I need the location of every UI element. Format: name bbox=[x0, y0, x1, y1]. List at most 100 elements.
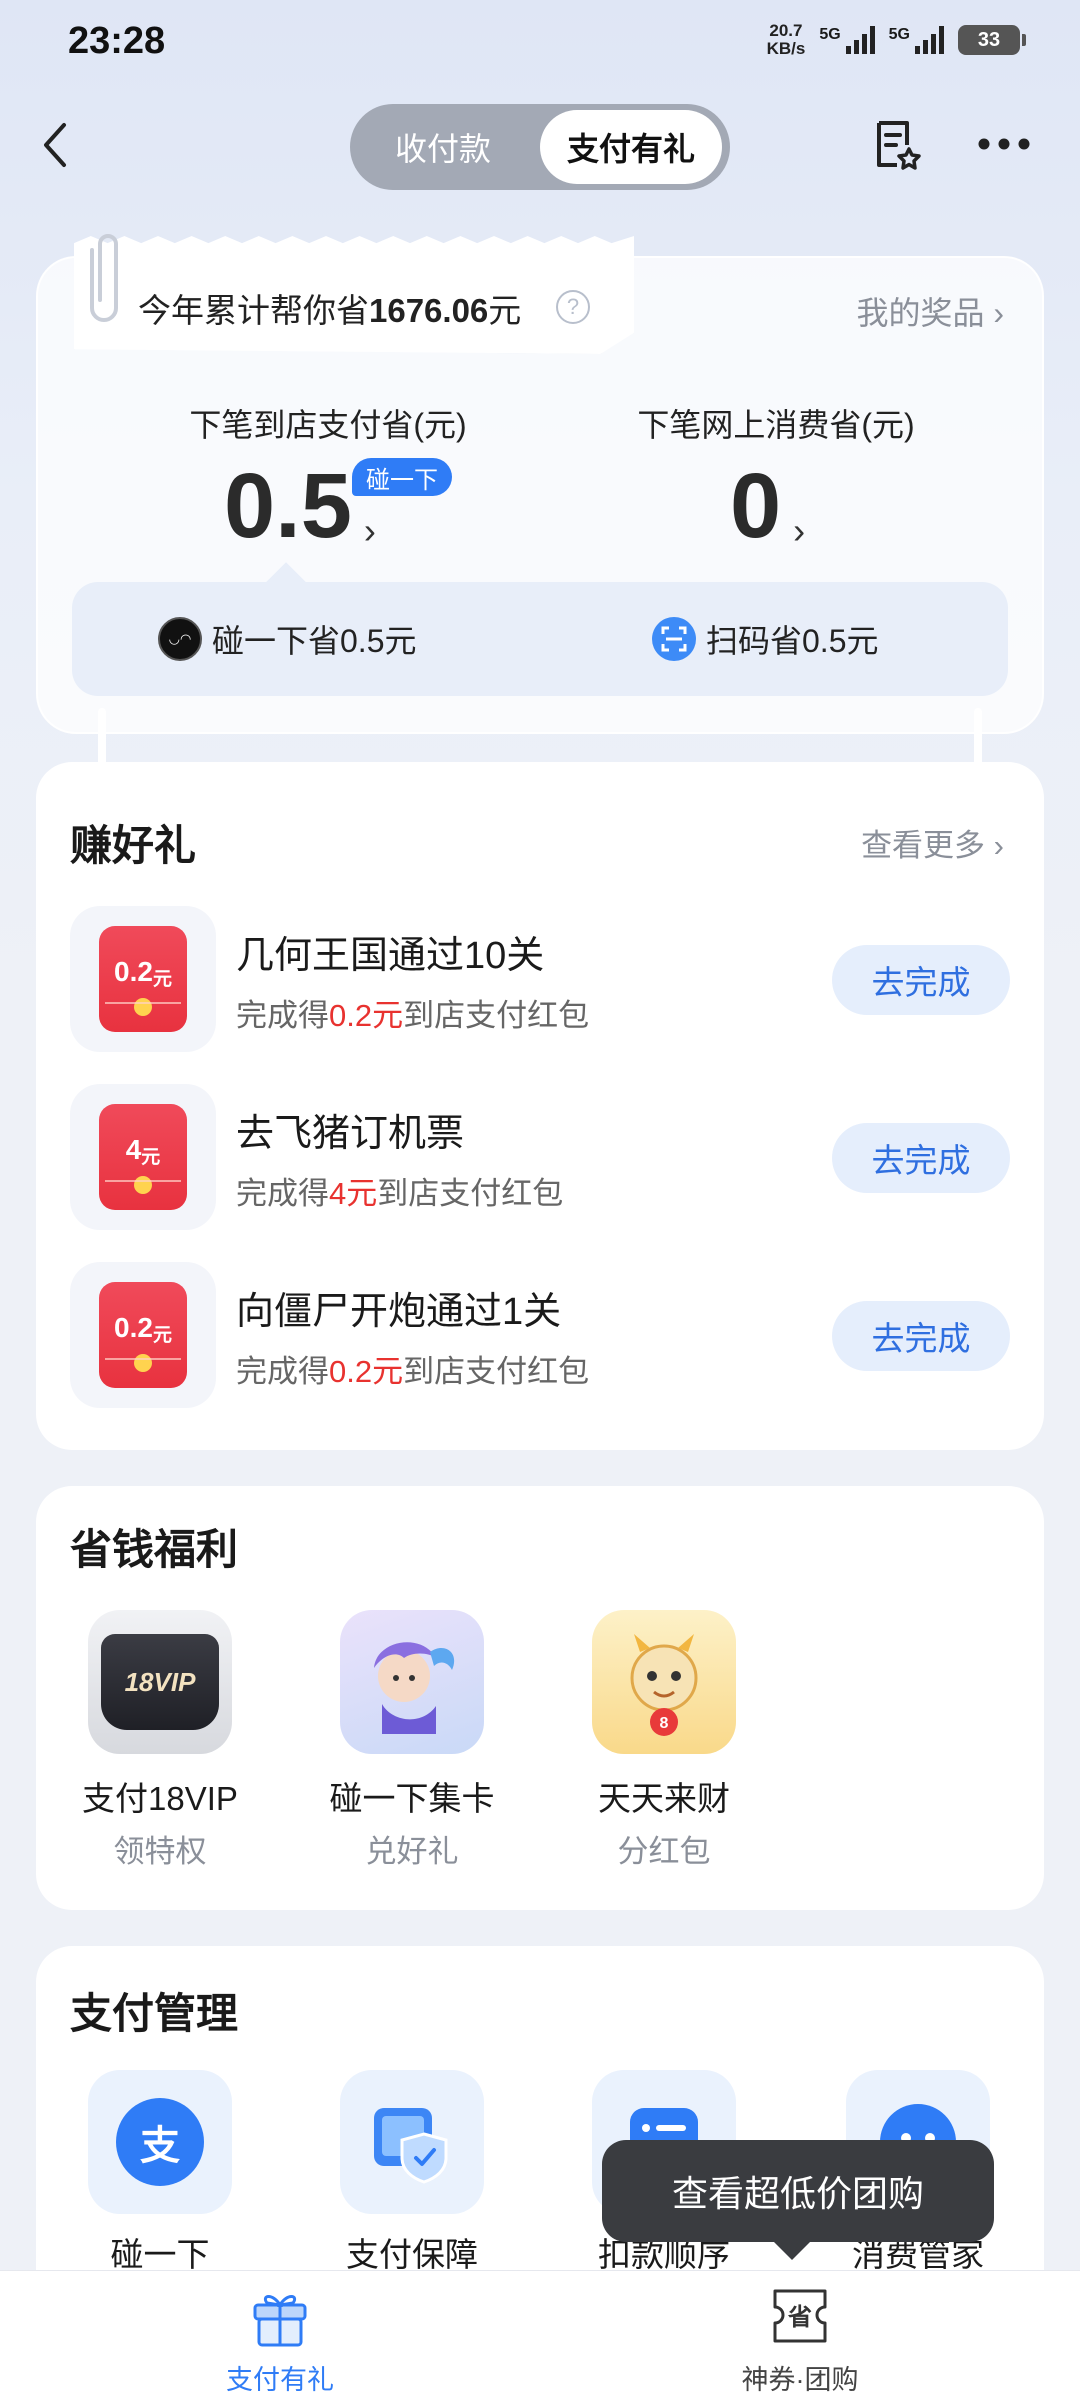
savings-methods: ◡◠ 碰一下省0.5元 扫码省0.5元 bbox=[72, 582, 1008, 696]
method-scan[interactable]: 扫码省0.5元 bbox=[652, 616, 879, 662]
shield-device-icon bbox=[340, 2070, 484, 2214]
benefits-title: 省钱福利 bbox=[70, 1526, 239, 1573]
bill-favorite-button[interactable] bbox=[864, 112, 928, 176]
net-speed: 20.7 KB/s bbox=[767, 22, 806, 58]
help-icon[interactable]: ? bbox=[556, 290, 590, 324]
store-savings-value: 0.5 bbox=[224, 455, 352, 557]
task-2-sub-suffix: 到店支付红包 bbox=[377, 1176, 564, 1211]
red-envelope-icon: 0.2 元 bbox=[99, 926, 187, 1032]
task-2-go-button[interactable]: 去完成 bbox=[832, 1123, 1010, 1193]
task-1-go-button[interactable]: 去完成 bbox=[832, 945, 1010, 1015]
benefit-tap-cards[interactable]: 碰一下集卡 兑好礼 bbox=[312, 1610, 512, 1871]
net-speed-unit: KB/s bbox=[766, 39, 806, 58]
earn-gifts-title: 赚好礼 bbox=[70, 822, 197, 869]
task-3-envelope-unit: 元 bbox=[152, 1325, 172, 1346]
tab-pay-rewards-bottom[interactable]: 支付有礼 bbox=[180, 2283, 380, 2397]
signal-1-label: 5G bbox=[819, 26, 841, 43]
tab-pay-rewards-label: 支付有礼 bbox=[226, 2365, 334, 2395]
tab-pay-receive[interactable]: 收付款 bbox=[358, 110, 528, 184]
more-dots-icon bbox=[978, 138, 1030, 150]
signal-2-label: 5G bbox=[888, 26, 910, 43]
coupon-icon: 省 bbox=[773, 2289, 827, 2343]
tab-coupon-group-buy-label: 神券·团购 bbox=[741, 2365, 859, 2395]
task-1-envelope: 0.2 元 bbox=[70, 906, 216, 1052]
benefit-daily-fortune-sub: 分红包 bbox=[617, 1834, 711, 1869]
yearly-savings-unit: 元 bbox=[488, 292, 522, 329]
tap-badge: 碰一下 bbox=[352, 458, 452, 496]
paperclip-icon bbox=[90, 234, 118, 322]
task-3-title: 向僵尸开炮通过1关 bbox=[236, 1291, 562, 1333]
mgmt-tap-pay-name: 碰一下 bbox=[110, 2236, 210, 2273]
benefit-18vip-sub: 领特权 bbox=[113, 1834, 207, 1869]
scan-icon bbox=[652, 617, 696, 661]
online-savings-label: 下笔网上消费省(元) bbox=[637, 407, 915, 443]
task-3-sub-amount: 0.2元 bbox=[329, 1354, 404, 1389]
task-1-sub-prefix: 完成得 bbox=[236, 998, 329, 1033]
red-envelope-icon: 0.2 元 bbox=[99, 1282, 187, 1388]
chevron-left-icon bbox=[44, 123, 66, 167]
online-savings-value-button[interactable]: 0 › bbox=[730, 460, 805, 552]
signal-2-icon: 5G bbox=[889, 26, 944, 54]
yearly-savings-amount: 1676.06 bbox=[369, 292, 489, 329]
online-savings-arrow: › bbox=[793, 510, 806, 551]
benefit-18vip[interactable]: 18VIP 支付18VIP 领特权 bbox=[60, 1610, 260, 1871]
task-1-title: 几何王国通过10关 bbox=[236, 935, 545, 977]
task-2-sub-prefix: 完成得 bbox=[236, 1176, 329, 1211]
battery-icon: 33 bbox=[958, 25, 1026, 55]
mgmt-payment-protection-name: 支付保障 bbox=[346, 2236, 478, 2273]
see-more-link[interactable]: 查看更多 › bbox=[861, 820, 1004, 865]
status-time: 23:28 bbox=[68, 20, 166, 62]
net-speed-value: 20.7 bbox=[769, 21, 803, 40]
mode-switch: 收付款 支付有礼 bbox=[350, 104, 730, 190]
mgmt-payment-protection[interactable]: 支付保障 bbox=[312, 2070, 512, 2276]
mgmt-tap-pay[interactable]: 支 碰一下 bbox=[60, 2070, 260, 2276]
task-2-envelope: 4元 bbox=[70, 1084, 216, 1230]
alipay-logo: 支 bbox=[116, 2098, 204, 2186]
gift-box-icon bbox=[253, 2295, 307, 2347]
dragon-ball-number: 8 bbox=[660, 1715, 669, 1732]
nfc-icon: ◡◠ bbox=[158, 617, 202, 661]
tab-pay-rewards[interactable]: 支付有礼 bbox=[540, 110, 722, 184]
status-icons: 20.7 KB/s 5G 5G 33 bbox=[767, 22, 1026, 58]
store-savings-arrow: › bbox=[363, 510, 376, 551]
task-1-subtitle: 完成得0.2元到店支付红包 bbox=[236, 990, 589, 1035]
payment-management-title: 支付管理 bbox=[70, 1990, 239, 2037]
yearly-savings-text: 今年累计帮你省1676.06元 bbox=[138, 284, 521, 332]
dragon-mascot-icon: 8 bbox=[592, 1610, 736, 1754]
task-1-sub-amount: 0.2元 bbox=[329, 998, 404, 1033]
task-3-subtitle: 完成得0.2元到店支付红包 bbox=[236, 1346, 589, 1391]
task-2-envelope-amount: 4 bbox=[125, 1134, 142, 1165]
signal-1-icon: 5G bbox=[819, 26, 875, 54]
task-3-sub-prefix: 完成得 bbox=[236, 1354, 329, 1389]
store-savings-label: 下笔到店支付省(元) bbox=[189, 407, 467, 443]
coupon-icon-text: 省 bbox=[787, 2303, 812, 2331]
task-2-title: 去飞猪订机票 bbox=[236, 1113, 465, 1155]
benefit-18vip-name: 支付18VIP bbox=[82, 1780, 238, 1817]
bill-star-icon bbox=[877, 121, 921, 170]
task-1-envelope-amount: 0.2 bbox=[114, 956, 153, 987]
task-1-envelope-unit: 元 bbox=[152, 969, 172, 990]
online-savings-value: 0 bbox=[730, 455, 782, 557]
benefit-daily-fortune-name: 天天来财 bbox=[598, 1780, 730, 1817]
benefit-daily-fortune[interactable]: 8 天天来财 分红包 bbox=[564, 1610, 764, 1871]
red-envelope-icon: 4元 bbox=[99, 1104, 187, 1210]
more-button[interactable] bbox=[972, 112, 1036, 176]
card-collect-icon bbox=[340, 1610, 484, 1754]
task-2-sub-amount: 4元 bbox=[329, 1176, 378, 1211]
alipay-nfc-icon: 支 bbox=[88, 2070, 232, 2214]
method-tap[interactable]: ◡◠ 碰一下省0.5元 bbox=[158, 616, 417, 662]
my-prizes-link[interactable]: 我的奖品 › bbox=[856, 288, 1004, 334]
group-buy-tooltip[interactable]: 查看超低价团购 bbox=[602, 2140, 994, 2260]
method-scan-label: 扫码省0.5元 bbox=[706, 623, 879, 659]
dragon-art-icon: 8 bbox=[630, 1634, 698, 1736]
bottom-nav: 支付有礼 省 神券·团购 bbox=[0, 2270, 1080, 2400]
task-3-envelope: 0.2 元 bbox=[70, 1262, 216, 1408]
task-3-go-button[interactable]: 去完成 bbox=[832, 1301, 1010, 1371]
task-1-sub-suffix: 到店支付红包 bbox=[403, 998, 590, 1033]
task-3-envelope-amount: 0.2 bbox=[114, 1312, 153, 1343]
back-button[interactable] bbox=[40, 110, 84, 180]
protection-art-icon bbox=[374, 2108, 448, 2184]
method-tap-label: 碰一下省0.5元 bbox=[212, 623, 417, 659]
tab-coupon-group-buy[interactable]: 省 神券·团购 bbox=[700, 2283, 900, 2397]
task-2-envelope-unit: 元 bbox=[141, 1147, 161, 1168]
